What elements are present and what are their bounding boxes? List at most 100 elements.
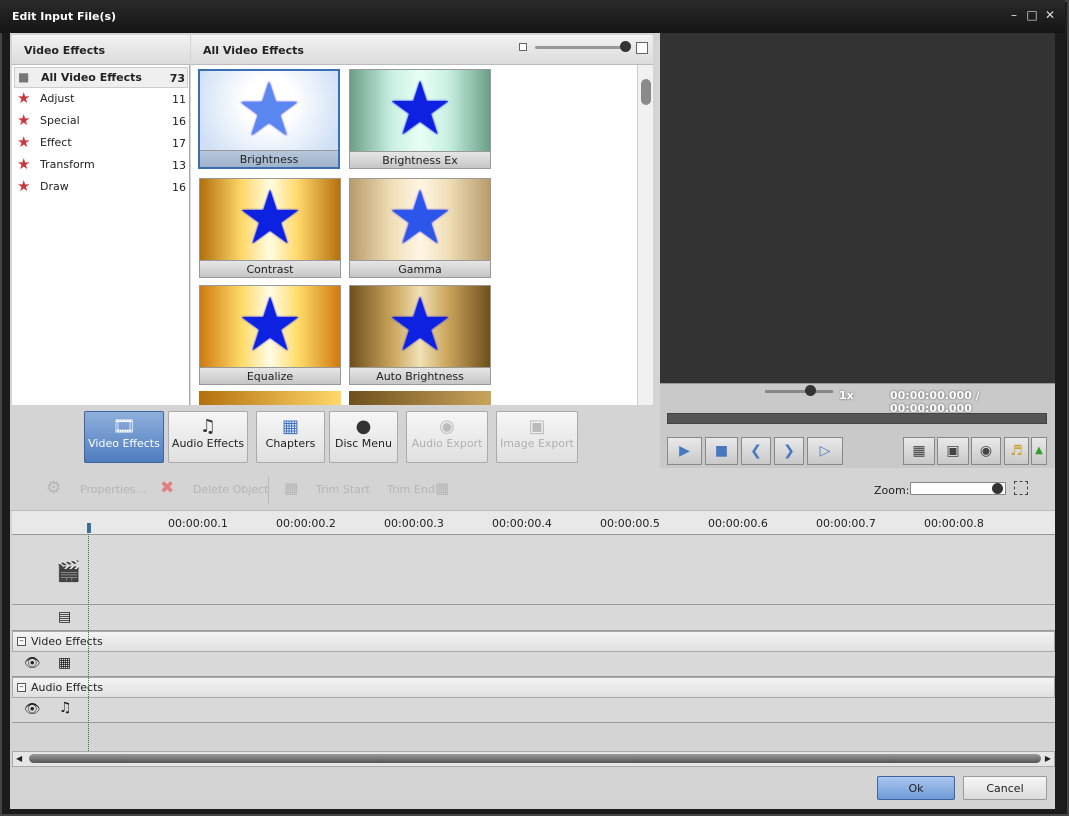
chevron-right-icon: ❯ [783,443,795,459]
speed-label: 1x [839,389,854,402]
category-adjust[interactable]: ★ Adjust 11 [14,89,188,110]
stop-button[interactable]: ■ [705,437,738,465]
ruler-tick-label: 00:00:00.4 [492,517,552,530]
picture-icon: ▣ [528,416,546,437]
fit-icon: ▣ [946,443,960,459]
title-bar: Edit Input File(s) [0,0,1065,33]
audio-effects-track[interactable]: 👁 ♫ [12,698,1055,723]
button-label: Video Effects [88,437,160,450]
thumbnail-size-slider-thumb[interactable] [620,41,631,52]
collapse-icon[interactable]: – [17,683,26,692]
small-thumbnail-icon[interactable] [519,43,527,51]
scrollbar-thumb[interactable] [29,754,1041,763]
category-count: 16 [172,115,186,128]
play-icon: ▶ [679,443,690,459]
audio-effects-button[interactable]: ♫ Audio Effects [168,411,248,463]
aspect-ratio-button[interactable]: ▦ [903,437,935,465]
thumbnail-size-slider[interactable] [535,46,627,49]
category-transform[interactable]: ★ Transform 13 [14,155,188,176]
subtitle-track[interactable]: ▤ [12,605,1055,631]
speed-slider[interactable] [765,390,833,393]
filmstrip-icon: ▦ [281,416,299,437]
frame-step-button[interactable]: ▷ [807,437,843,465]
properties-button[interactable]: Properties... [80,483,146,496]
minimize-icon[interactable]: – [1006,8,1022,22]
effect-equalize[interactable]: ★ Equalize [199,285,341,385]
video-track[interactable]: 🎬 [12,535,1055,605]
effect-label: Brightness Ex [350,151,490,168]
effect-contrast[interactable]: ★ Contrast [199,178,341,278]
effect-brightness[interactable]: ★ Brightness [198,69,340,169]
effect-partial-thumbnail[interactable] [349,391,491,405]
snapshot-button[interactable]: ◉ [971,437,1001,465]
effect-label: Brightness [200,150,338,167]
button-label: Ok [908,782,924,795]
next-frame-button[interactable]: ❯ [774,437,804,465]
category-list: ■ All Video Effects 73 ★ Adjust 11 ★ Spe… [12,65,190,405]
audio-export-button[interactable]: ◉ Audio Export [406,411,488,463]
star-icon: ★ [386,285,454,368]
category-count: 16 [172,181,186,194]
button-label: Image Export [500,437,574,450]
fit-screen-button[interactable]: ▣ [937,437,969,465]
audio-effects-group[interactable]: – Audio Effects [12,677,1055,698]
button-label: Cancel [986,782,1024,795]
eye-icon[interactable]: 👁 [24,656,41,671]
all-video-effects-header: All Video Effects [191,35,653,65]
video-effects-group[interactable]: – Video Effects [12,631,1055,652]
scrollbar-thumb[interactable] [641,79,651,105]
all-video-effects-title: All Video Effects [203,44,304,57]
trim-start-button[interactable]: Trim Start [316,483,370,496]
effect-auto-brightness[interactable]: ★ Auto Brightness [349,285,491,385]
category-label: Draw [40,180,69,193]
volume-level-button[interactable]: ▲ [1031,437,1047,465]
volume-button[interactable]: ♬ [1004,437,1029,465]
video-effects-button[interactable]: 🎞 Video Effects [84,411,164,463]
image-export-button[interactable]: ▣ Image Export [496,411,578,463]
toolbar-divider [268,476,269,504]
zoom-fit-icon[interactable] [1014,481,1028,495]
scroll-right-icon[interactable]: ▶ [1045,754,1051,763]
timeline-scrollbar[interactable]: ◀ ▶ [12,751,1055,767]
speed-slider-thumb[interactable] [805,385,816,396]
playback-progress-bar[interactable] [667,413,1047,424]
chapters-button[interactable]: ▦ Chapters [256,411,325,463]
button-label: Chapters [265,437,316,450]
category-effect[interactable]: ★ Effect 17 [14,133,188,154]
scroll-left-icon[interactable]: ◀ [16,754,22,763]
star-icon: ★ [17,133,31,151]
video-effects-track[interactable]: 👁 ▦ [12,652,1055,677]
delete-object-button[interactable]: Delete Object [193,483,268,496]
category-draw[interactable]: ★ Draw 16 [14,177,188,198]
effect-brightness-ex[interactable]: ★ Brightness Ex [349,69,491,169]
star-icon: ★ [386,69,454,152]
close-icon[interactable]: ✕ [1042,8,1058,22]
trim-end-button[interactable]: Trim End [387,483,435,496]
disc-icon: ● [355,416,372,437]
speaker-icon: ♬ [1010,443,1023,459]
category-label: All Video Effects [41,71,142,84]
previous-frame-button[interactable]: ❮ [741,437,771,465]
music-note-icon: ♫ [199,416,217,437]
film-step-icon: ▷ [819,443,831,459]
music-note-icon: ♫ [59,700,72,716]
collapse-icon[interactable]: – [17,637,26,646]
play-button[interactable]: ▶ [667,437,702,465]
disc-menu-button[interactable]: ● Disc Menu [329,411,398,463]
effect-partial-thumbnail[interactable] [199,391,341,405]
ok-button[interactable]: Ok [877,776,955,800]
zoom-slider-thumb[interactable] [992,483,1003,494]
effect-gamma[interactable]: ★ Gamma [349,178,491,278]
category-all-video-effects[interactable]: ■ All Video Effects 73 [14,67,188,88]
category-label: Effect [40,136,72,149]
large-thumbnail-icon[interactable] [636,42,648,54]
maximize-icon[interactable]: □ [1024,8,1040,22]
category-special[interactable]: ★ Special 16 [14,111,188,132]
cancel-button[interactable]: Cancel [963,776,1047,800]
star-icon: ★ [17,111,31,129]
clapperboard-icon: 🎬 [56,559,81,583]
star-icon: ★ [17,89,31,107]
effects-scrollbar[interactable] [637,65,653,405]
eye-icon[interactable]: 👁 [24,702,41,717]
ruler-tick-label: 00:00:00.2 [276,517,336,530]
